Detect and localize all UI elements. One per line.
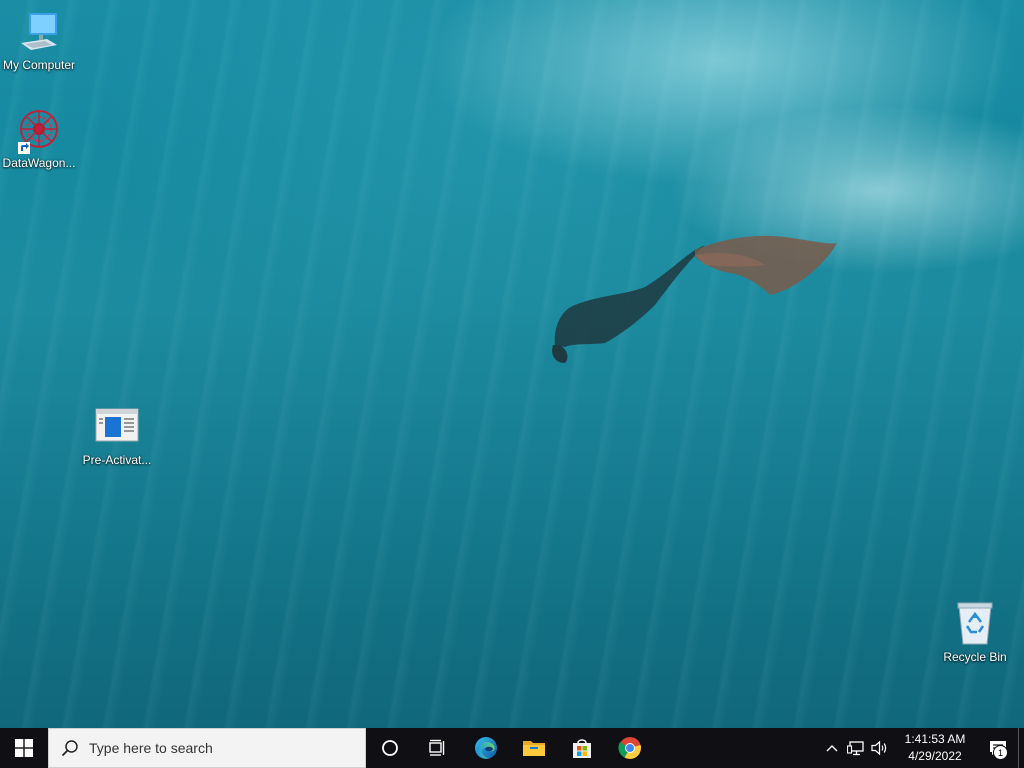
clock[interactable]: 1:41:53 AM 4/29/2022	[896, 731, 974, 765]
cortana-button[interactable]	[366, 728, 414, 768]
file-explorer-button[interactable]	[510, 728, 558, 768]
search-placeholder: Type here to search	[89, 740, 213, 756]
wallpaper-light-rays	[0, 0, 1024, 768]
network-icon	[847, 741, 864, 756]
chevron-up-icon	[826, 745, 838, 752]
wallpaper-diver	[552, 235, 837, 363]
start-button[interactable]	[0, 728, 48, 768]
desktop-icon-label: My Computer	[2, 58, 76, 72]
action-center-button[interactable]: 1	[978, 728, 1018, 768]
window-icon	[95, 408, 139, 442]
desktop-icon-datawagon[interactable]: DataWagon...	[0, 106, 78, 170]
folder-icon	[523, 741, 545, 756]
network-button[interactable]	[844, 728, 868, 768]
store-icon	[573, 739, 591, 758]
system-tray: 1:41:53 AM 4/29/2022 1	[820, 728, 1024, 768]
search-box[interactable]: Type here to search	[48, 728, 366, 768]
desktop-icon-my-computer[interactable]: My Computer	[0, 8, 78, 72]
task-view-icon	[429, 739, 445, 756]
taskbar: Type here to search 1:41:53 AM 4/29/2022…	[0, 728, 1024, 768]
desktop-icon-pre-activation[interactable]: Pre-Activat...	[78, 403, 156, 467]
clock-time: 1:41:53 AM	[904, 732, 966, 746]
edge-button[interactable]	[462, 728, 510, 768]
desktop-icon-label: Pre-Activat...	[82, 453, 152, 467]
desktop-icon-label: DataWagon...	[2, 156, 76, 170]
chrome-button[interactable]	[606, 728, 654, 768]
shortcut-arrow-icon	[18, 142, 30, 154]
edge-icon	[475, 737, 497, 759]
desktop: My Computer DataWagon... Pre-Activat... …	[0, 0, 1024, 768]
circle-icon	[382, 740, 398, 756]
windows-logo-icon	[15, 739, 33, 757]
desktop-icon-label: Recycle Bin	[943, 650, 1007, 664]
chrome-icon	[618, 737, 641, 759]
clock-date: 4/29/2022	[908, 749, 962, 763]
task-view-button[interactable]	[414, 728, 462, 768]
store-button[interactable]	[558, 728, 606, 768]
show-desktop-button[interactable]	[1018, 728, 1024, 768]
recycle-bin-icon	[957, 602, 993, 645]
show-hidden-icons-button[interactable]	[820, 728, 844, 768]
volume-button[interactable]	[868, 728, 892, 768]
desktop-icon-recycle-bin[interactable]: Recycle Bin	[936, 600, 1014, 664]
search-icon	[61, 740, 78, 757]
speaker-icon	[871, 740, 887, 756]
computer-icon	[21, 13, 57, 50]
notification-badge: 1	[993, 745, 1008, 760]
